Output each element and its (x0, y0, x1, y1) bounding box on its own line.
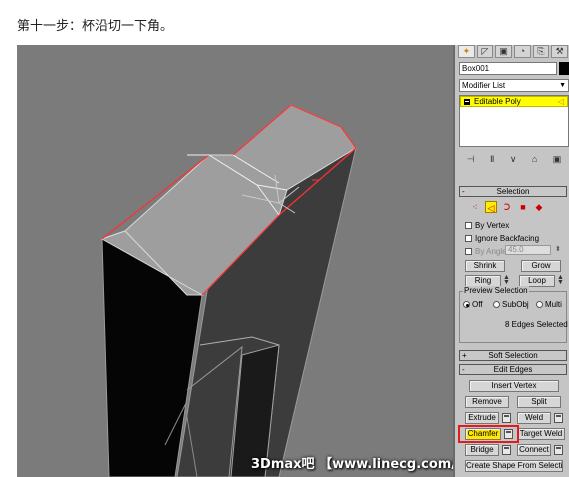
stack-item-editable-poly[interactable]: Editable Poly ◁ (460, 96, 568, 107)
checkbox-label: By Vertex (475, 221, 510, 230)
selection-status: 8 Edges Selected (505, 320, 568, 329)
configure-sets-icon[interactable]: ▣ (553, 154, 562, 165)
by-vertex-checkbox[interactable]: By Vertex (465, 221, 509, 230)
stack-toolbar: ⊣ Ⅱ ∨ ⌂ ▣ (459, 152, 569, 166)
soft-selection-rollout-header[interactable]: + Soft Selection (459, 350, 567, 361)
rollout-title: Soft Selection (488, 351, 538, 360)
rollout-title: Edit Edges (493, 365, 533, 374)
panel-tabs: ✦ ◸ ▣ ◔ ⎘ ⚒ (458, 45, 569, 59)
make-unique-icon[interactable]: ∨ (510, 154, 517, 165)
preview-multi-radio[interactable]: Multi (536, 300, 562, 309)
spinner-arrows-icon[interactable]: ⬍ (555, 245, 561, 253)
radio-label: Off (472, 300, 483, 309)
modifier-list-label: Modifier List (462, 81, 506, 90)
subobject-level-icons: ⁖ ◁ Ↄ ■ ◆ (469, 201, 545, 213)
checkbox-box (465, 222, 472, 229)
loop-spinner-icon[interactable]: ▲ ▼ (557, 274, 564, 286)
max-screenshot: 3Dmax吧 【www.linecg.com/tieba/171】 ✦ ◸ ▣ … (17, 45, 569, 477)
model-mesh (100, 104, 357, 477)
extrude-settings-icon[interactable] (502, 413, 511, 423)
target-weld-button[interactable]: Target Weld (517, 428, 565, 440)
checkbox-label: Ignore Backfacing (475, 234, 540, 243)
watermark-text: 3Dmax吧 【www.linecg.com/tieba/171】 (251, 457, 453, 472)
border-level-icon[interactable]: Ↄ (501, 201, 513, 213)
tab-motion[interactable]: ◔ (514, 45, 531, 58)
polygon-level-icon[interactable]: ■ (517, 201, 529, 213)
remove-modifier-icon[interactable]: ⌂ (532, 154, 537, 164)
tab-utilities[interactable]: ⚒ (551, 45, 569, 58)
collapse-sign: - (462, 187, 465, 196)
chamfer-highlight-box (458, 425, 519, 443)
group-title: Preview Selection (463, 286, 529, 295)
preview-off-radio[interactable]: Off (463, 300, 483, 309)
command-panel: ✦ ◸ ▣ ◔ ⎘ ⚒ Box001 Modifier List ▼ Edita… (453, 45, 569, 477)
preview-subobj-radio[interactable]: SubObj (493, 300, 529, 309)
radio-label: Multi (545, 300, 562, 309)
vertex-level-icon[interactable]: ⁖ (469, 201, 481, 213)
show-end-result-icon[interactable]: Ⅱ (490, 154, 494, 165)
expand-sign: + (462, 351, 467, 360)
edit-edges-rollout-header[interactable]: - Edit Edges (459, 364, 567, 375)
extrude-button[interactable]: Extrude (465, 412, 499, 424)
preview-selection-group: Preview Selection Off SubObj Multi (459, 286, 567, 343)
ring-spinner-icon[interactable]: ▲ ▼ (503, 274, 510, 286)
object-color-swatch[interactable] (559, 62, 569, 75)
split-button[interactable]: Split (517, 396, 561, 408)
shrink-button[interactable]: Shrink (465, 260, 505, 272)
edge-level-icon[interactable]: ◁ (485, 201, 497, 213)
checkbox-box (465, 248, 472, 255)
ignore-backfacing-checkbox[interactable]: Ignore Backfacing (465, 234, 539, 243)
weld-button[interactable]: Weld (517, 412, 551, 424)
viewport[interactable]: 3Dmax吧 【www.linecg.com/tieba/171】 (17, 45, 453, 477)
weld-settings-icon[interactable] (554, 413, 563, 423)
collapse-sign: - (462, 365, 465, 374)
connect-settings-icon[interactable] (554, 445, 563, 455)
element-level-icon[interactable]: ◆ (533, 201, 545, 213)
tab-modify[interactable]: ◸ (476, 45, 494, 58)
checkbox-label: By Angle: (475, 247, 509, 256)
rollout-title: Selection (496, 187, 530, 196)
selection-rollout-header[interactable]: - Selection (459, 186, 567, 197)
insert-vertex-button[interactable]: Insert Vertex (469, 380, 559, 392)
bridge-button[interactable]: Bridge (465, 444, 499, 456)
collapse-icon[interactable] (464, 99, 470, 105)
object-name-field[interactable]: Box001 (459, 62, 557, 75)
by-angle-checkbox[interactable]: By Angle: (465, 247, 509, 256)
pin-icon: ◁ (557, 97, 564, 106)
tab-create[interactable]: ✦ (458, 45, 475, 58)
radio-dot (536, 301, 543, 308)
step-caption: 第十一步：杯沿切一下角。 (17, 19, 174, 34)
tab-display[interactable]: ⎘ (532, 45, 550, 58)
bridge-settings-icon[interactable] (502, 445, 511, 455)
modifier-list-dropdown[interactable]: Modifier List ▼ (459, 79, 569, 92)
stack-item-label: Editable Poly (474, 97, 521, 106)
checkbox-box (465, 235, 472, 242)
connect-button[interactable]: Connect (517, 444, 551, 456)
pin-stack-icon[interactable]: ⊣ (467, 154, 475, 165)
radio-label: SubObj (502, 300, 529, 309)
chevron-down-icon: ▼ (559, 82, 566, 89)
angle-spinner-field[interactable]: 45.0 (505, 245, 551, 255)
create-shape-button[interactable]: Create Shape From Selection (465, 460, 563, 472)
remove-button[interactable]: Remove (465, 396, 509, 408)
tab-hierarchy[interactable]: ▣ (495, 45, 513, 58)
radio-dot (493, 301, 500, 308)
modifier-stack[interactable]: Editable Poly ◁ (459, 95, 569, 147)
radio-dot (463, 301, 470, 308)
grow-button[interactable]: Grow (521, 260, 561, 272)
